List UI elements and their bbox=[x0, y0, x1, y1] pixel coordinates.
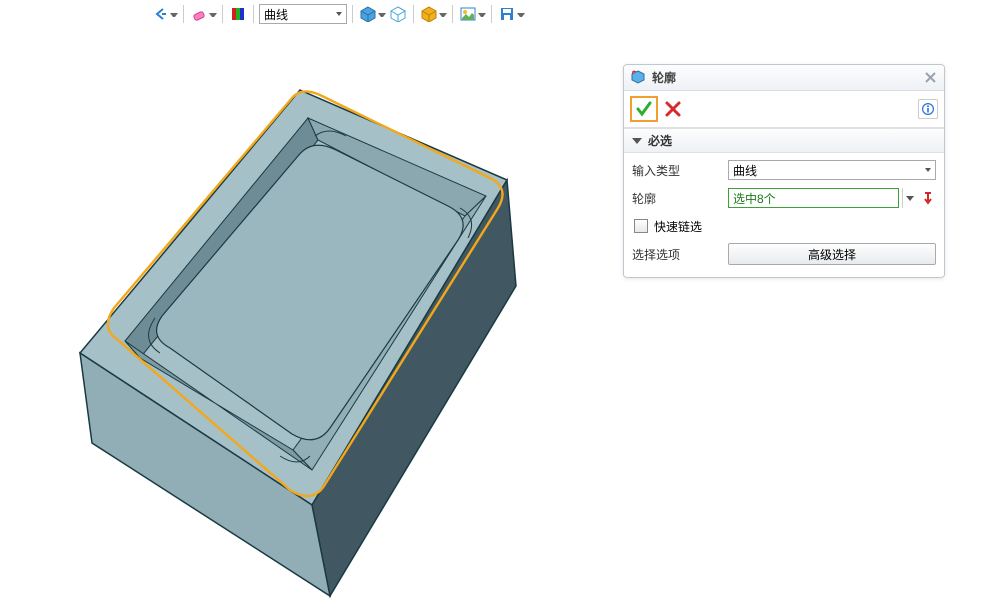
panel-actions bbox=[624, 91, 944, 128]
toolbar: 曲线 bbox=[150, 2, 525, 26]
dropdown-icon[interactable] bbox=[439, 13, 447, 21]
row-input-type: 输入类型 曲线 bbox=[632, 159, 936, 181]
input-type-label: 输入类型 bbox=[632, 162, 728, 179]
panel-body: 输入类型 曲线 轮廓 选中8个 快速链选 选择选项 高级选择 bbox=[624, 153, 944, 277]
cube-wire-icon[interactable] bbox=[388, 4, 408, 24]
selection-dropdown-icon[interactable] bbox=[902, 188, 916, 208]
nav-back-icon[interactable] bbox=[150, 4, 170, 24]
selection-value: 选中8个 bbox=[733, 190, 776, 207]
panel-icon bbox=[630, 70, 646, 86]
eraser-icon[interactable] bbox=[189, 4, 209, 24]
info-button[interactable] bbox=[918, 99, 938, 119]
quick-chain-label: 快速链选 bbox=[654, 218, 702, 235]
palette-icon[interactable] bbox=[228, 4, 248, 24]
panel-header: 轮廓 bbox=[624, 65, 944, 91]
separator bbox=[352, 5, 353, 23]
collapse-icon bbox=[632, 138, 642, 144]
cube-gold-icon[interactable] bbox=[419, 4, 439, 24]
dropdown-icon[interactable] bbox=[209, 13, 217, 21]
combo-value: 曲线 bbox=[264, 6, 288, 23]
profile-label: 轮廓 bbox=[632, 190, 728, 207]
model-3d bbox=[40, 58, 560, 598]
separator bbox=[222, 5, 223, 23]
separator bbox=[491, 5, 492, 23]
row-profile: 轮廓 选中8个 bbox=[632, 187, 936, 209]
button-label: 高级选择 bbox=[808, 246, 856, 263]
cancel-button[interactable] bbox=[660, 96, 686, 122]
dropdown-icon[interactable] bbox=[517, 13, 525, 21]
separator bbox=[413, 5, 414, 23]
row-quick-chain: 快速链选 bbox=[632, 215, 936, 237]
panel-title: 轮廓 bbox=[652, 69, 922, 86]
cube-solid-icon[interactable] bbox=[358, 4, 378, 24]
save-icon[interactable] bbox=[497, 4, 517, 24]
confirm-button[interactable] bbox=[630, 96, 658, 122]
profile-panel: 轮廓 必选 输入类型 曲线 轮廓 选中8个 bbox=[623, 64, 945, 278]
quick-chain-checkbox[interactable] bbox=[634, 219, 648, 233]
select-options-label: 选择选项 bbox=[632, 246, 728, 263]
row-select-options: 选择选项 高级选择 bbox=[632, 243, 936, 265]
separator bbox=[253, 5, 254, 23]
selection-pin-icon[interactable] bbox=[920, 190, 936, 206]
combo-value: 曲线 bbox=[733, 162, 757, 179]
profile-selection-field[interactable]: 选中8个 bbox=[728, 188, 899, 208]
dropdown-icon[interactable] bbox=[378, 13, 386, 21]
separator bbox=[452, 5, 453, 23]
section-required-header[interactable]: 必选 bbox=[624, 128, 944, 153]
dropdown-icon[interactable] bbox=[170, 13, 178, 21]
separator bbox=[183, 5, 184, 23]
selection-filter-combo[interactable]: 曲线 bbox=[259, 4, 347, 24]
close-button[interactable] bbox=[922, 70, 938, 86]
image-icon[interactable] bbox=[458, 4, 478, 24]
section-label: 必选 bbox=[648, 132, 672, 149]
input-type-combo[interactable]: 曲线 bbox=[728, 160, 936, 180]
advanced-select-button[interactable]: 高级选择 bbox=[728, 243, 936, 265]
dropdown-icon[interactable] bbox=[478, 13, 486, 21]
